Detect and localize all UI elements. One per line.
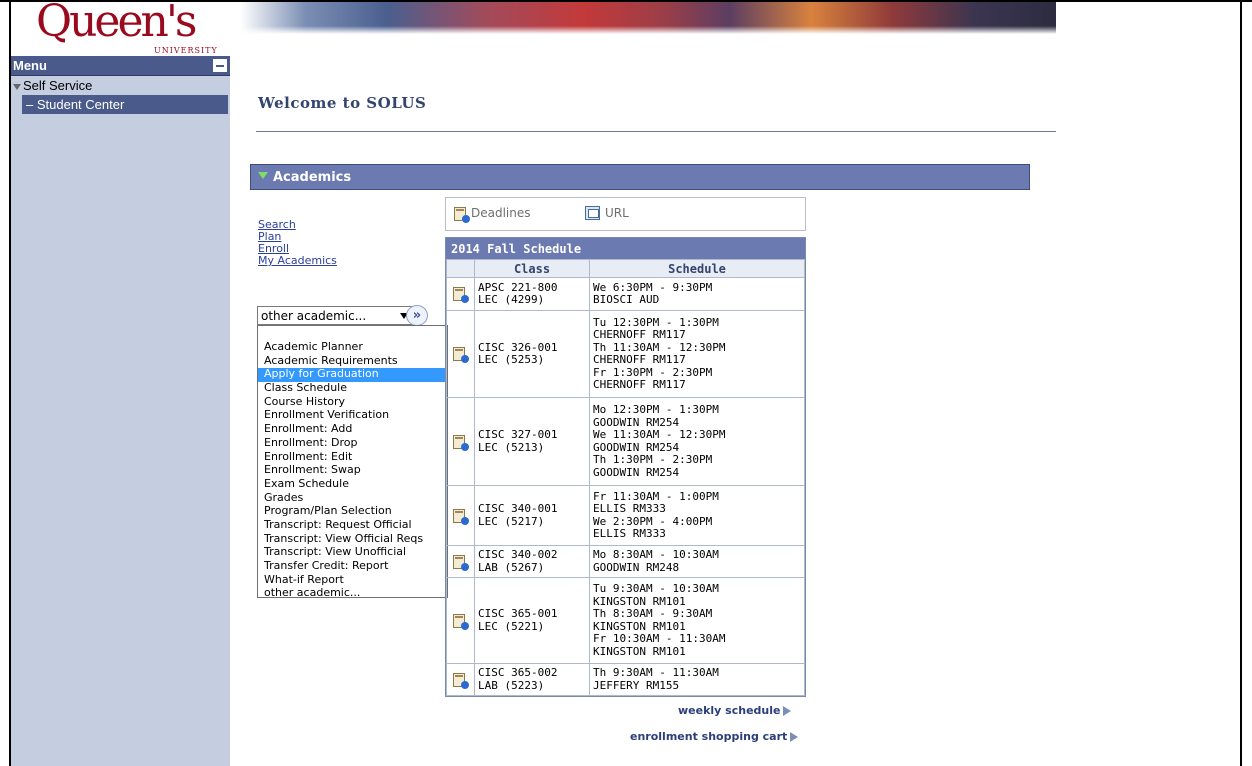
class-cell: CISC 340-002 LAB (5267) [474, 545, 590, 578]
deadlines-calendar-icon[interactable] [454, 206, 470, 223]
table-row: CISC 365-002 LAB (5223) Th 9:30AM - 11:3… [446, 663, 805, 696]
schedule-cell: Mo 12:30PM - 1:30PM GOODWIN RM254 We 11:… [589, 397, 805, 486]
url-icon[interactable] [585, 206, 600, 220]
dropdown-option[interactable]: Transcript: View Official Reqs [258, 532, 447, 547]
logo-wordmark: Queen's [36, 0, 198, 47]
my-academics-link[interactable]: My Academics [258, 255, 337, 267]
calendar-info-icon[interactable] [453, 434, 469, 451]
academic-select[interactable]: other academic... [257, 306, 415, 325]
shopping-cart-label: enrollment shopping cart [630, 730, 788, 743]
table-row: CISC 365-001 LEC (5221) Tu 9:30AM - 10:3… [446, 577, 805, 664]
class-cell: APSC 221-800 LEC (4299) [474, 277, 590, 311]
section-title: Academics [273, 170, 352, 185]
dropdown-option[interactable]: Course History [258, 395, 447, 410]
calendar-info-icon[interactable] [453, 672, 469, 689]
schedule-cell: Mo 8:30AM - 10:30AM GOODWIN RM248 [589, 545, 805, 578]
class-info-cell[interactable] [446, 577, 475, 664]
dropdown-option[interactable]: Enrollment: Add [258, 423, 447, 437]
dropdown-options-list: Academic Planner Academic Requirements A… [257, 325, 448, 601]
sidebar-item-student-center[interactable]: – Student Center [22, 95, 228, 114]
schedule-cell: Th 9:30AM - 11:30AM JEFFERY RM155 [589, 663, 805, 696]
table-row: APSC 221-800 LEC (4299) We 6:30PM - 9:30… [446, 277, 805, 311]
schedule-cell: Tu 9:30AM - 10:30AM KINGSTON RM101 Th 8:… [589, 577, 805, 664]
class-cell: CISC 365-002 LAB (5223) [474, 663, 590, 696]
academics-section-header[interactable]: Academics [250, 164, 1030, 190]
dropdown-option[interactable]: Academic Requirements [258, 354, 447, 369]
table-row: CISC 326-001 LEC (5253) Tu 12:30PM - 1:3… [446, 310, 805, 398]
sidebar-menu: Menu Self Service – Student Center [11, 56, 230, 766]
class-info-cell[interactable] [446, 545, 475, 578]
menu-title: Menu [13, 58, 47, 73]
go-button[interactable]: » [406, 305, 428, 326]
url-link[interactable]: URL [605, 206, 629, 220]
schedule-title: 2014 Fall Schedule [446, 238, 805, 259]
sidebar-item-self-service[interactable]: Self Service [11, 78, 92, 93]
table-row: CISC 340-002 LAB (5267) Mo 8:30AM - 10:3… [446, 545, 805, 578]
calendar-info-icon[interactable] [453, 613, 469, 630]
title-divider [256, 131, 1056, 132]
logo-subtitle: UNIVERSITY [154, 46, 218, 55]
queens-logo: Queen's UNIVERSITY [36, 0, 217, 58]
class-info-cell[interactable] [446, 310, 475, 398]
arrow-right-icon [783, 706, 792, 716]
menu-header: Menu [11, 56, 230, 76]
calendar-info-icon[interactable] [453, 508, 469, 525]
dropdown-option[interactable]: Enrollment: Swap [258, 464, 447, 478]
table-row: CISC 327-001 LEC (5213) Mo 12:30PM - 1:3… [446, 397, 805, 486]
dropdown-option[interactable]: other academic... [258, 587, 447, 601]
table-row: CISC 340-001 LEC (5217) Fr 11:30AM - 1:0… [446, 485, 805, 546]
class-info-cell[interactable] [446, 485, 475, 546]
page-title: Welcome to SOLUS [258, 94, 427, 112]
dropdown-option[interactable]: What-if Report [258, 573, 447, 588]
schedule-column-header: Schedule [589, 259, 805, 278]
dropdown-option[interactable]: Grades [258, 491, 447, 506]
arrow-right-icon [790, 732, 799, 742]
class-info-cell[interactable] [446, 663, 475, 696]
header-banner-image [240, 2, 1056, 34]
class-cell: CISC 365-001 LEC (5221) [474, 577, 590, 664]
calendar-info-icon[interactable] [453, 346, 469, 363]
class-info-cell[interactable] [446, 277, 475, 311]
class-cell: CISC 326-001 LEC (5253) [474, 310, 590, 398]
frame-right-border [1240, 0, 1242, 766]
dropdown-option[interactable]: Transcript: View Unofficial [258, 546, 447, 560]
deadlines-link[interactable]: Deadlines [471, 206, 531, 220]
expand-triangle-icon [13, 83, 21, 90]
dropdown-option[interactable]: Class Schedule [258, 382, 447, 396]
dropdown-option[interactable]: Transfer Credit: Report [258, 560, 447, 574]
calendar-info-icon[interactable] [453, 286, 469, 303]
schedule-cell: We 6:30PM - 9:30PM BIOSCI AUD [589, 277, 805, 311]
class-cell: CISC 327-001 LEC (5213) [474, 397, 590, 486]
shopping-cart-link[interactable]: enrollment shopping cart [630, 730, 799, 743]
dropdown-option[interactable]: Program/Plan Selection [258, 505, 447, 519]
sidebar-item-label: Self Service [23, 78, 93, 93]
class-column-header: Class [474, 259, 590, 278]
schedule-cell: Tu 12:30PM - 1:30PM CHERNOFF RM117 Th 11… [589, 310, 805, 398]
dropdown-option[interactable]: Academic Planner [258, 341, 447, 355]
academic-links: Search Plan Enroll My Academics [258, 219, 337, 267]
dropdown-option[interactable]: Enrollment: Drop [258, 436, 447, 451]
dropdown-option[interactable]: Enrollment Verification [258, 409, 447, 423]
schedule-table: 2014 Fall Schedule Class Schedule APSC 2… [445, 237, 806, 697]
collapse-icon[interactable] [213, 59, 227, 72]
class-cell: CISC 340-001 LEC (5217) [474, 485, 590, 546]
dropdown-option[interactable]: Exam Schedule [258, 478, 447, 492]
dropdown-option[interactable]: Transcript: Request Official [258, 519, 447, 533]
collapse-triangle-icon [258, 172, 268, 179]
weekly-schedule-label: weekly schedule [678, 704, 781, 717]
dropdown-option[interactable]: Enrollment: Edit [258, 450, 447, 465]
icon-column-header [446, 259, 475, 278]
dropdown-option-highlighted[interactable]: Apply for Graduation [258, 368, 447, 383]
calendar-info-icon[interactable] [453, 554, 469, 571]
schedule-cell: Fr 11:30AM - 1:00PM ELLIS RM333 We 2:30P… [589, 485, 805, 546]
weekly-schedule-link[interactable]: weekly schedule [678, 704, 792, 717]
select-value: other academic... [261, 309, 367, 323]
class-info-cell[interactable] [446, 397, 475, 486]
